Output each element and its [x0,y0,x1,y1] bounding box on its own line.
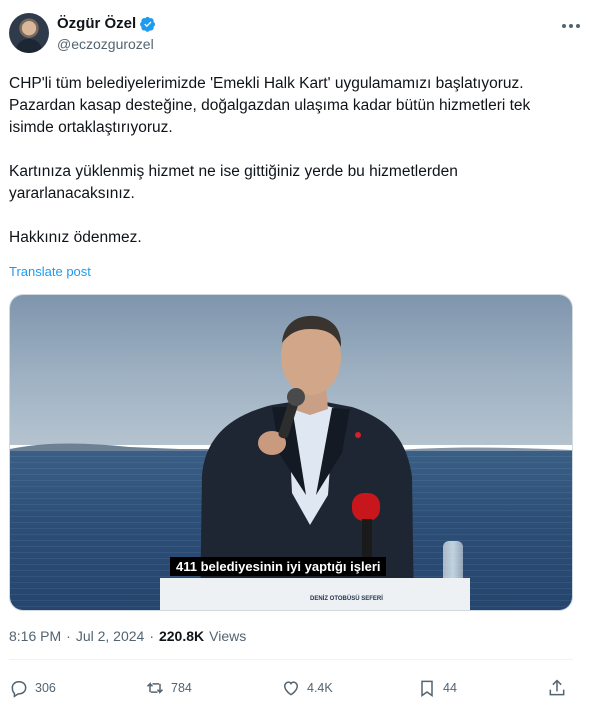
repost-icon [146,682,164,694]
post-text: CHP'li tüm belediyelerimizde 'Emekli Hal… [9,73,569,249]
post-meta: 8:16 PM · Jul 2, 2024 · 220.8K Views [9,628,246,644]
share-button[interactable] [547,676,567,700]
meta-separator-2: · [149,628,154,644]
repost-button[interactable]: 784 [145,676,192,700]
views-label: Views [209,628,247,644]
meta-separator: · [66,628,71,644]
reply-count: 306 [35,681,56,695]
video-podium [160,578,470,610]
action-bar: 306 784 4.4K 44 [9,676,584,700]
repost-count: 784 [171,681,192,695]
bookmark-count: 44 [443,681,457,695]
author-handle[interactable]: @eczozgurozel [57,36,154,52]
author-row: Özgür Özel [57,15,156,32]
more-options-icon[interactable] [559,16,583,36]
author-name[interactable]: Özgür Özel [57,15,136,32]
reply-button[interactable]: 306 [9,676,56,700]
share-icon [549,679,565,696]
verified-badge-icon [140,16,156,32]
podium-banner-text: DENİZ OTOBÜSÜ SEFERİ [310,596,383,602]
post-time[interactable]: 8:16 PM [9,628,61,644]
post-paragraph-2: Kartınıza yüklenmiş hizmet ne ise gittiğ… [9,163,458,202]
post-date[interactable]: Jul 2, 2024 [76,628,145,644]
post-video[interactable]: DENİZ OTOBÜSÜ SEFERİ 411 belediyesinin i… [9,294,573,611]
divider [9,659,573,660]
tweet-card: Özgür Özel @eczozgurozel CHP'li tüm bele… [0,0,597,706]
post-paragraph-3: Hakkınız ödenmez. [9,229,142,246]
views-count[interactable]: 220.8K [159,628,204,644]
like-count: 4.4K [307,681,333,695]
heart-icon [283,681,299,696]
avatar[interactable] [9,13,49,53]
video-caption: 411 belediyesinin iyi yaptığı işleri [170,557,387,576]
post-paragraph-1: CHP'li tüm belediyelerimizde 'Emekli Hal… [9,75,531,136]
translate-post-link[interactable]: Translate post [9,264,91,279]
bookmark-icon [421,680,433,697]
reply-icon [11,681,27,698]
bookmark-button[interactable]: 44 [417,676,457,700]
like-button[interactable]: 4.4K [281,676,333,700]
